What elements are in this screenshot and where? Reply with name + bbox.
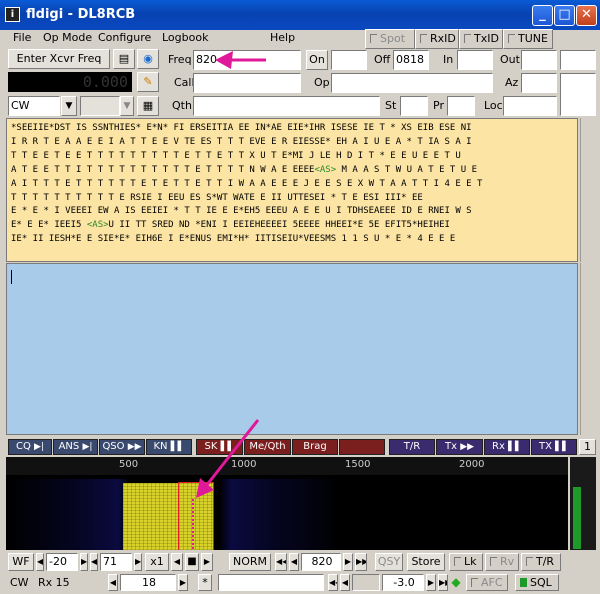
freq-fast-left-icon[interactable]: ◀◀ (275, 553, 287, 571)
freq-right-icon[interactable]: ▶ (343, 553, 353, 571)
freq-left-icon[interactable]: ◀ (289, 553, 299, 571)
wf-speed-button[interactable]: NORM (229, 553, 271, 571)
zoom-button[interactable]: x1 (145, 553, 169, 571)
qsy-button[interactable]: QSY (375, 553, 403, 571)
diamond-icon: ◆ (451, 575, 461, 590)
carrier-freq-field[interactable]: 820 (301, 553, 341, 571)
level-right-icon[interactable]: ▶ (426, 574, 436, 591)
range-right-arrow-icon[interactable]: ▶ (134, 553, 142, 571)
tr-toggle[interactable]: T/R (521, 553, 561, 571)
range-left-arrow-icon[interactable]: ◀ (90, 553, 98, 571)
ref-left-arrow-icon[interactable]: ◀ (36, 553, 44, 571)
status-mode: CW (10, 576, 29, 589)
wf-range-field[interactable]: 71 (100, 553, 132, 571)
level-fast-left-icon[interactable]: ◀◀ (328, 574, 338, 591)
freq-arrow-head (215, 51, 233, 69)
wpm-left-icon[interactable]: ◀ (108, 574, 118, 591)
status-rx: Rx 15 (38, 576, 70, 589)
wf-mode-button[interactable]: WF (8, 553, 34, 571)
wf-stop-icon[interactable]: ■ (185, 553, 199, 571)
status-message-field (218, 574, 324, 591)
level-field[interactable]: -3.0 (382, 574, 424, 591)
annotation-overlay (196, 51, 266, 498)
store-button[interactable]: Store (407, 553, 445, 571)
reverse-toggle[interactable]: Rv (485, 553, 519, 571)
wpm-right-icon[interactable]: ▶ (178, 574, 188, 591)
wf-left-icon[interactable]: ◀ (171, 553, 183, 571)
wf-ref-level-field[interactable]: -20 (46, 553, 78, 571)
wpm-star-button[interactable]: * (198, 574, 212, 591)
wpm-field[interactable]: 18 (120, 574, 176, 591)
sql-toggle[interactable]: SQL (515, 574, 559, 591)
lock-toggle[interactable]: Lk (449, 553, 483, 571)
freq-fast-right-icon[interactable]: ▶▶ (355, 553, 367, 571)
waterfall-annotation-arrow (204, 419, 260, 487)
level-slider[interactable] (352, 574, 380, 591)
afc-toggle[interactable]: AFC (466, 574, 508, 591)
ref-right-arrow-icon[interactable]: ▶ (80, 553, 88, 571)
level-fast-right-icon[interactable]: ▶▶ (438, 574, 448, 591)
wf-right-icon[interactable]: ▶ (201, 553, 213, 571)
level-left-icon[interactable]: ◀ (340, 574, 350, 591)
